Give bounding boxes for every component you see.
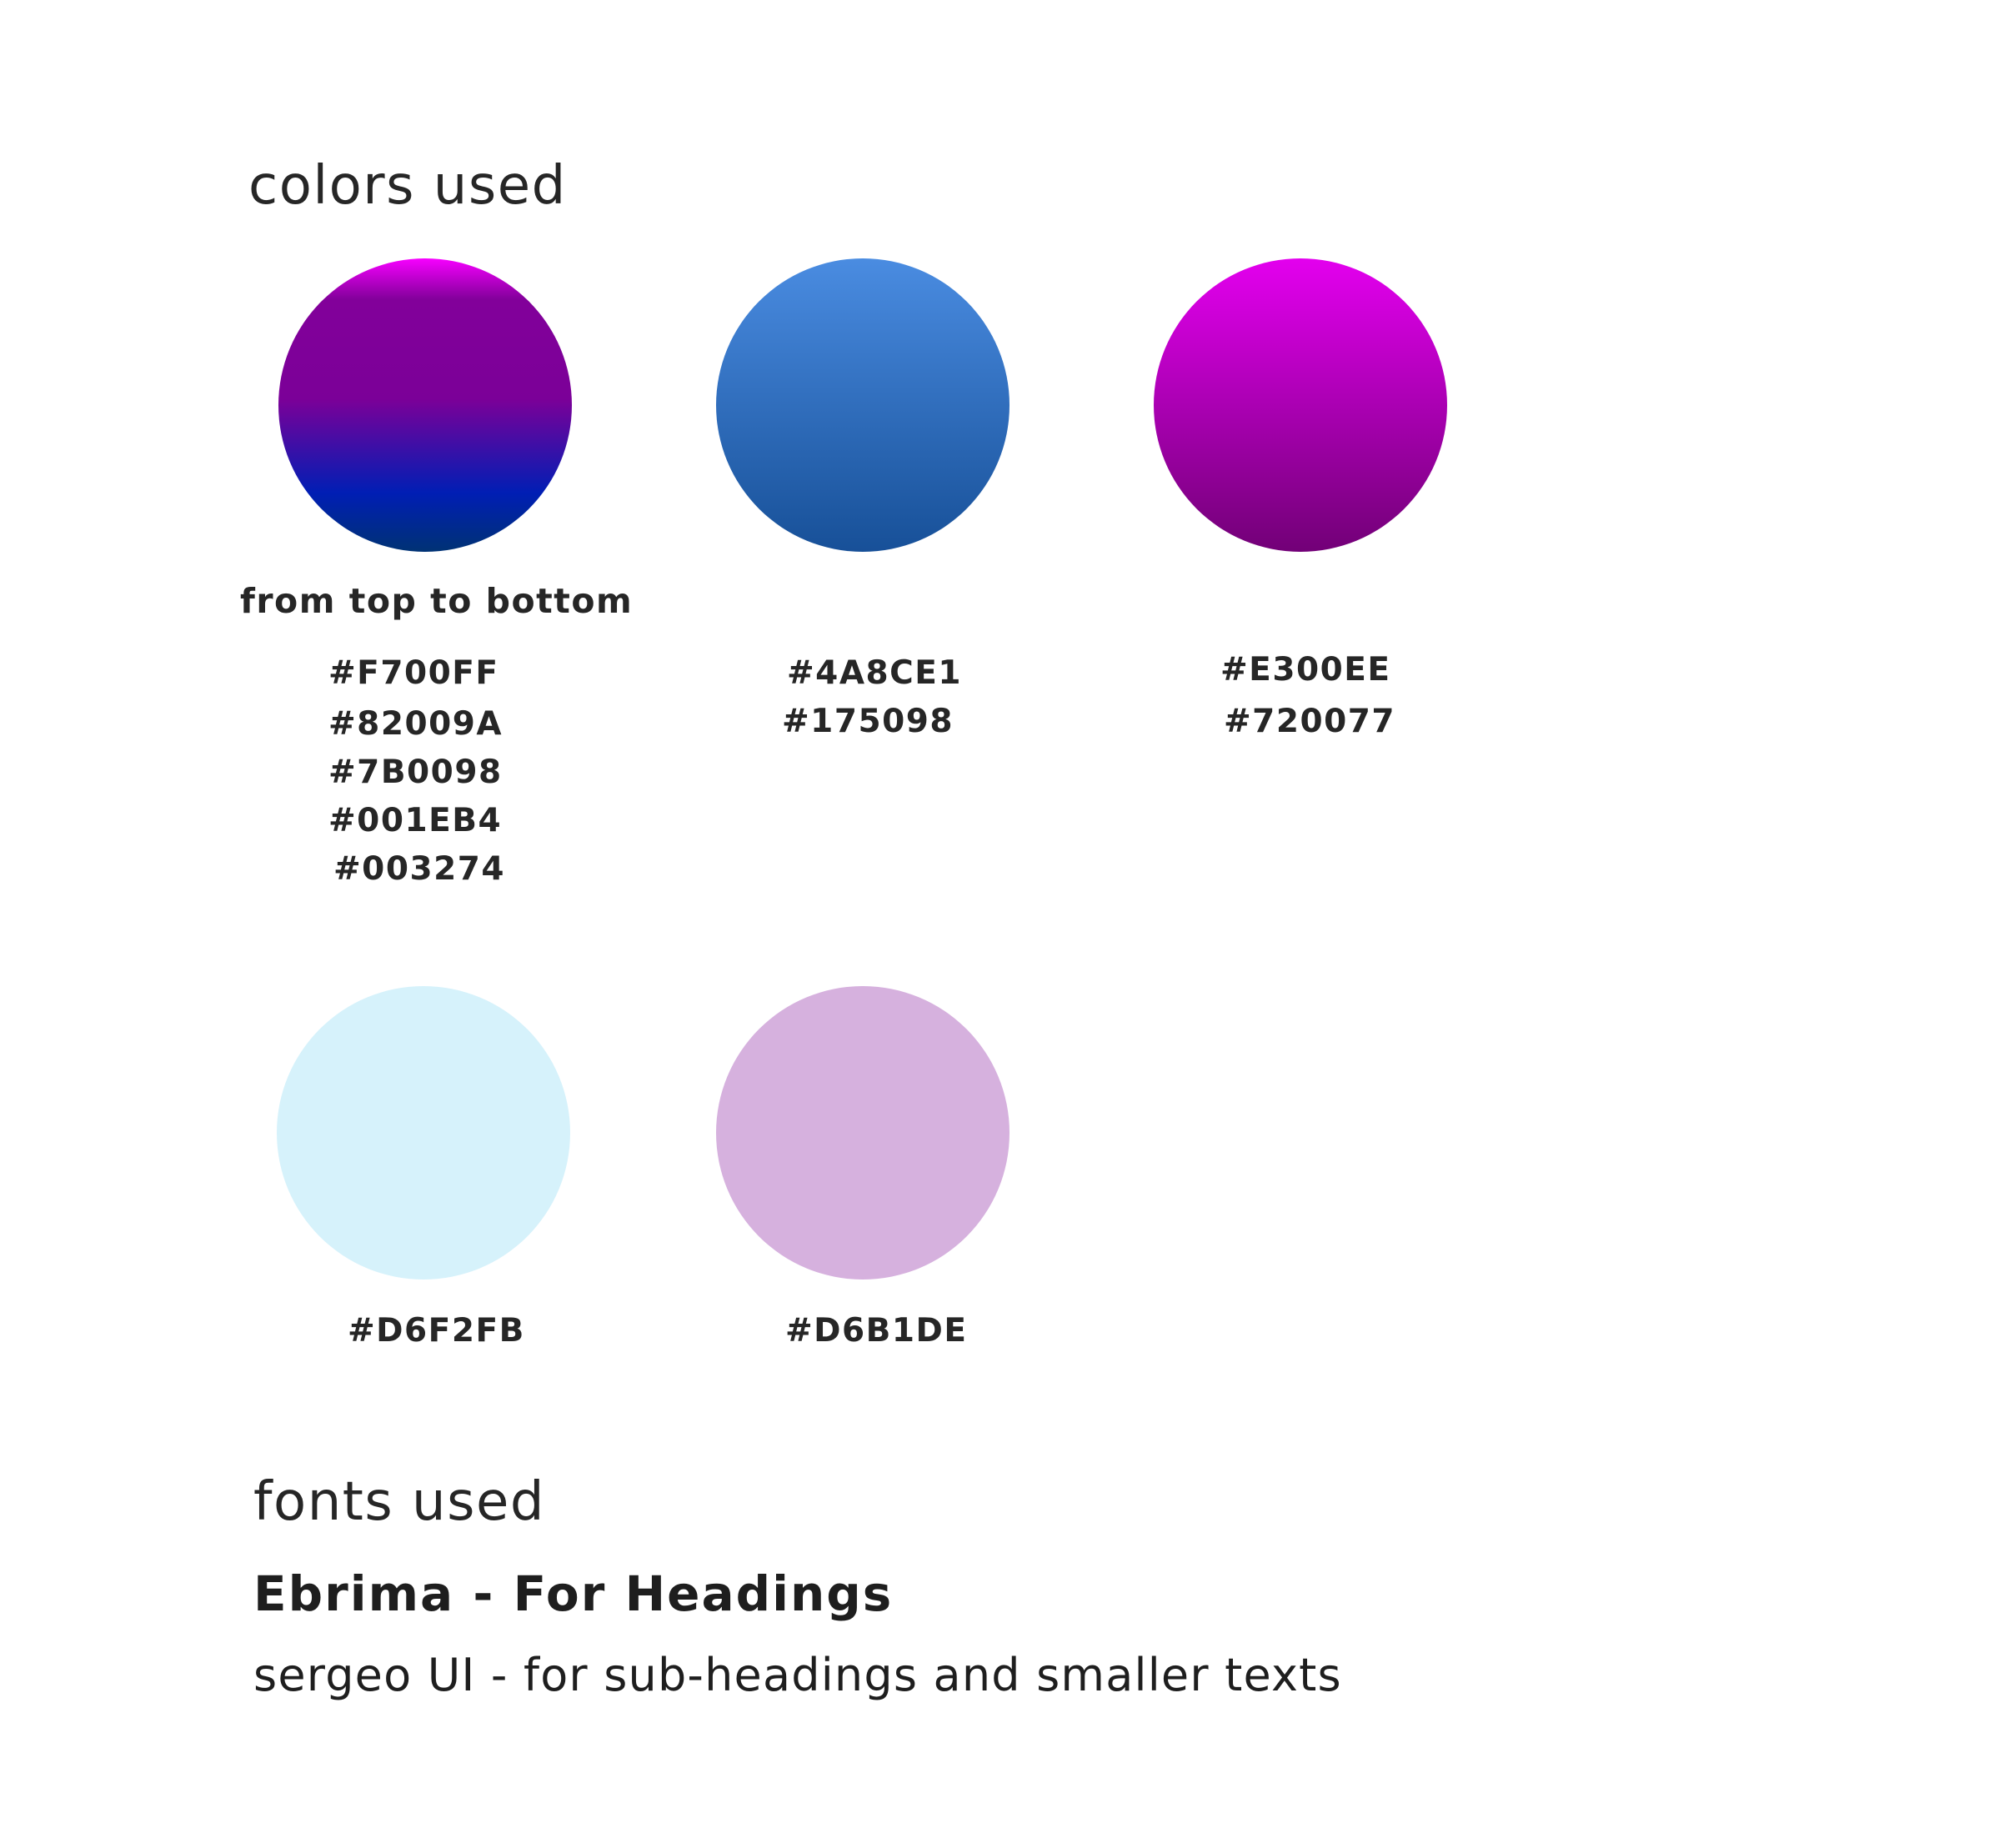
text-font-entry: sergeo UI - for sub-headings and smaller… xyxy=(253,1649,1342,1701)
hex-code: #D6F2FB xyxy=(348,1312,525,1350)
color-swatch-lilac xyxy=(716,986,1010,1280)
headings-font-entry: Ebrima - For Headings xyxy=(253,1565,894,1622)
colors-used-heading: colors used xyxy=(248,155,567,217)
hex-code: #82009A xyxy=(328,705,504,743)
hex-code: #D6B1DE xyxy=(785,1312,968,1350)
gradient-direction-caption: from top to bottom xyxy=(240,581,634,621)
hex-code: #175098 xyxy=(782,703,954,740)
fonts-used-heading: fonts used xyxy=(253,1471,545,1533)
hex-code: #003274 xyxy=(333,850,505,888)
hex-code: #E300EE xyxy=(1220,651,1391,689)
color-swatch-magenta-gradient xyxy=(1154,258,1447,552)
hex-code: #4A8CE1 xyxy=(787,654,963,692)
color-swatch-blue-gradient xyxy=(716,258,1010,552)
color-swatch-light-cyan xyxy=(277,986,570,1280)
hex-code: #F700FF xyxy=(328,654,499,692)
color-swatch-purple-blue-gradient xyxy=(278,258,572,552)
hex-code: #720077 xyxy=(1224,703,1395,740)
hex-code: #001EB4 xyxy=(328,802,503,839)
hex-code: #7B0098 xyxy=(328,754,503,791)
